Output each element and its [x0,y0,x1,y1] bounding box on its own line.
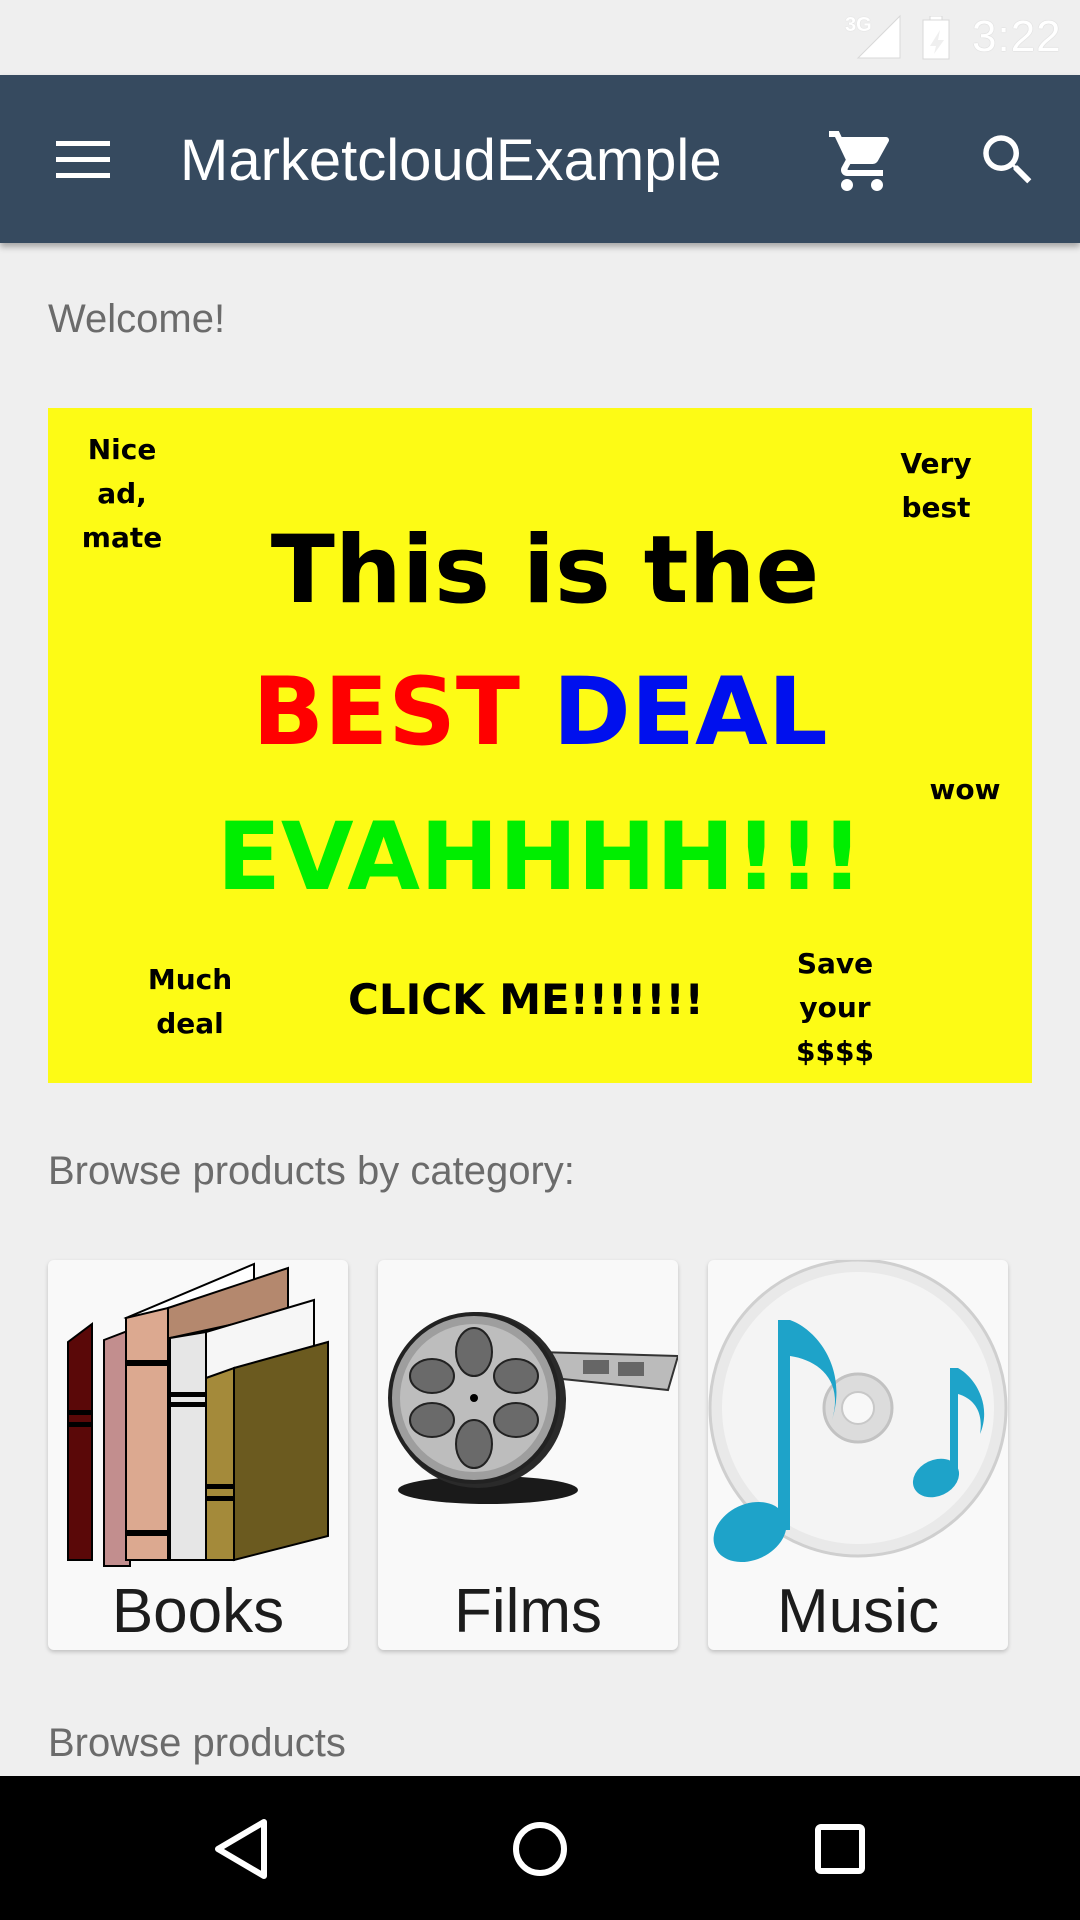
category-card-films[interactable]: Films [378,1260,678,1650]
back-triangle-icon[interactable] [206,1814,276,1884]
status-bar: 3G 3:22 [0,0,1080,75]
home-circle-icon[interactable] [505,1814,575,1884]
banner-cta-text: CLICK ME!!!!!!! [348,975,704,1024]
network-type-label: 3G [845,14,872,36]
main-content[interactable]: Welcome! Nice ad, mate Very best This is… [0,243,1080,1776]
banner-corner-text: Much deal [147,963,233,1040]
clock: 3:22 [972,12,1062,61]
hamburger-menu-icon[interactable] [52,137,114,181]
music-cd-icon [708,1260,1008,1563]
app-title: MarketcloudExample [180,128,722,193]
category-card-music[interactable]: Music [708,1260,1008,1650]
welcome-text: Welcome! [48,297,226,341]
banner-side-text: wow [929,773,1001,806]
banner-headline: This is the [270,516,820,625]
film-reel-icon [388,1312,678,1504]
category-label: Books [111,1577,285,1646]
category-label: Music [777,1577,939,1646]
shopping-cart-icon[interactable] [826,125,898,197]
books-icon [67,1262,329,1567]
category-card-books[interactable]: Books [48,1260,348,1650]
recents-square-icon[interactable] [805,1814,875,1884]
browse-category-label: Browse products by category: [48,1149,575,1193]
banner-headline-deal: BEST DEAL [252,658,828,767]
promo-banner[interactable]: Nice ad, mate Very best This is the BEST… [48,408,1032,1083]
banner-corner-text: Save your $$$$ [796,947,874,1068]
search-icon[interactable] [975,127,1041,193]
battery-icon [922,16,950,60]
category-label: Films [453,1577,603,1646]
app-bar: MarketcloudExample [0,75,1080,243]
system-nav-bar [0,1776,1080,1920]
browse-products-label-partial: Browse products [48,1721,346,1765]
banner-headline-evah: EVAHHHH!!! [216,803,864,912]
